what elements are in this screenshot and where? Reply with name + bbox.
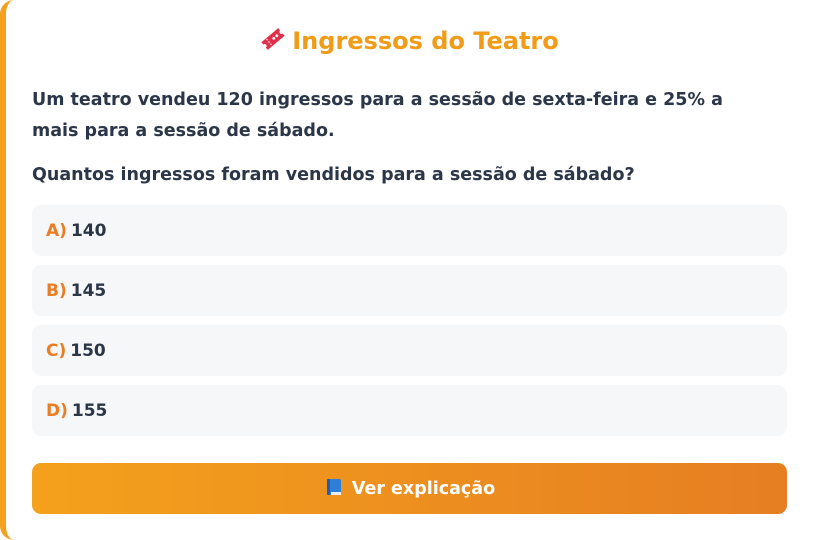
quiz-title: Ingressos do Teatro <box>6 26 813 58</box>
option-text: 155 <box>71 400 108 421</box>
question-text: Quantos ingressos foram vendidos para a … <box>32 165 635 185</box>
show-explanation-label: Ver explicação <box>351 478 496 499</box>
book-icon <box>324 477 344 501</box>
option-b[interactable]: B) 145 <box>32 265 787 316</box>
option-text: 145 <box>70 280 107 301</box>
show-explanation-button[interactable]: Ver explicação <box>32 463 787 514</box>
quiz-title-text: Ingressos do Teatro <box>292 27 559 55</box>
option-letter: C) <box>46 340 67 361</box>
option-d[interactable]: D) 155 <box>32 385 787 436</box>
option-c[interactable]: C) 150 <box>32 325 787 376</box>
option-a[interactable]: A) 140 <box>32 205 787 256</box>
option-letter: A) <box>46 220 67 241</box>
option-letter: D) <box>46 400 68 421</box>
problem-statement: Um teatro vendeu 120 ingressos para a se… <box>32 90 723 141</box>
option-letter: B) <box>46 280 67 301</box>
option-text: 150 <box>70 340 106 361</box>
quiz-card: Ingressos do Teatro Um teatro vendeu 120… <box>0 0 813 540</box>
option-text: 140 <box>70 220 107 241</box>
ticket-icon <box>260 26 286 58</box>
